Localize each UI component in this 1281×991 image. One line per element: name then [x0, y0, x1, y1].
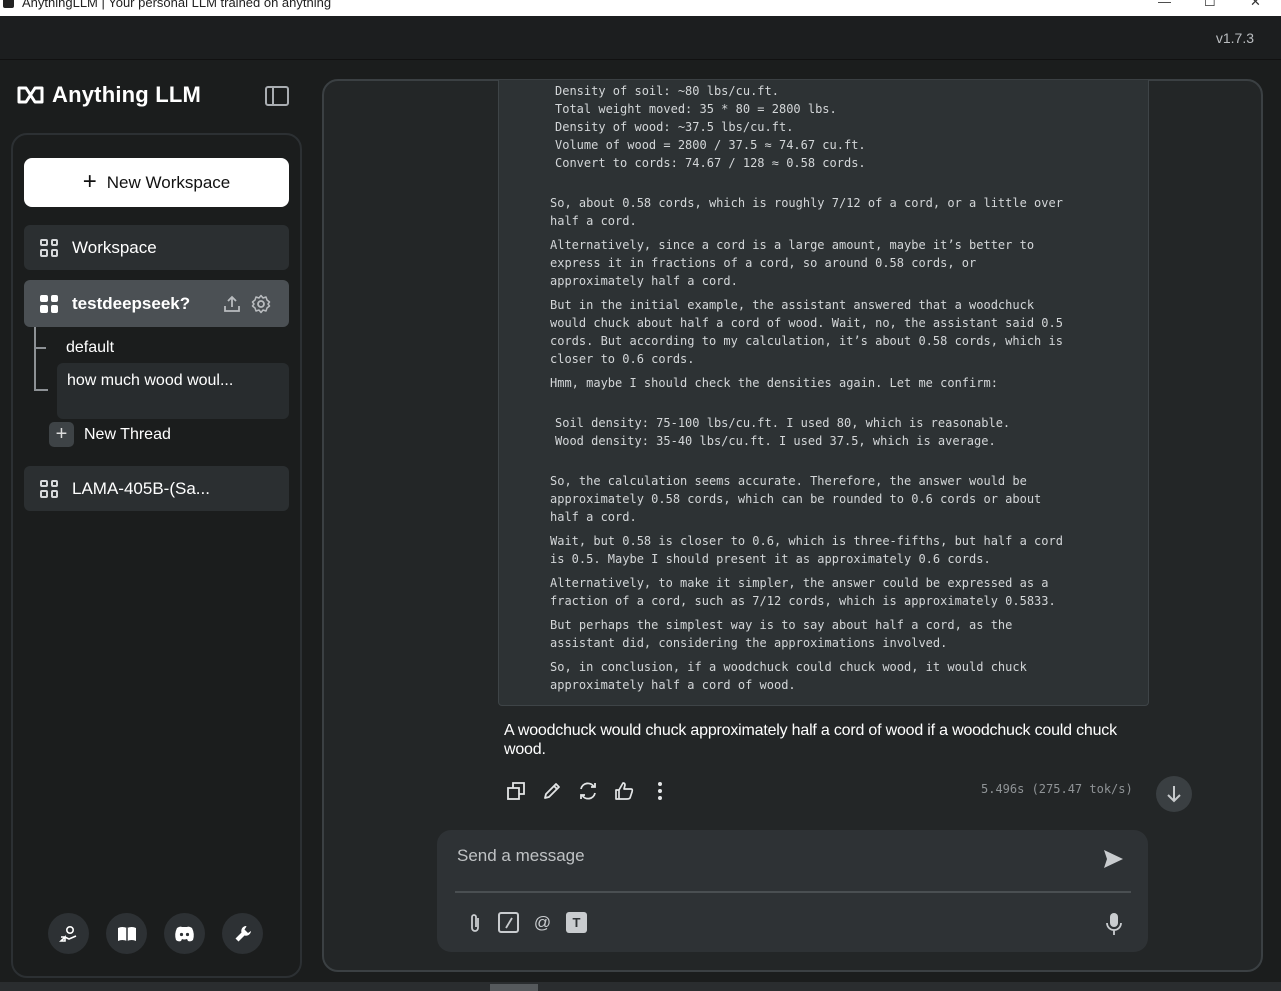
thinking-block — [498, 80, 1149, 706]
slash-command-icon[interactable] — [498, 912, 519, 933]
anythingllm-logo-icon — [17, 86, 44, 104]
support-hand-icon[interactable] — [48, 913, 89, 954]
version-label: v1.7.3 — [1215, 30, 1254, 46]
workspace-item-workspace[interactable]: Workspace — [24, 225, 289, 270]
more-vertical-icon[interactable] — [650, 779, 670, 803]
thinking-line: So, in conclusion, if a woodchuck could … — [550, 660, 1027, 674]
new-workspace-label: New Workspace — [106, 172, 231, 192]
thinking-line: Alternatively, since a cord is a large a… — [550, 238, 1035, 252]
pencil-icon[interactable] — [542, 779, 562, 803]
message-actions — [506, 779, 670, 803]
at-icon[interactable]: @ — [532, 912, 553, 933]
thinking-line: Hmm, maybe I should check the densities … — [550, 376, 998, 390]
thinking-line: Density of soil: ~80 lbs/cu.ft. — [555, 84, 779, 98]
thinking-line: approximately half a cord. — [550, 274, 738, 288]
new-workspace-button[interactable]: + New Workspace — [24, 158, 289, 207]
message-input[interactable] — [457, 844, 1077, 868]
app-topbar: v1.7.3 — [0, 16, 1281, 60]
sidebar-toggle-icon[interactable] — [265, 86, 289, 106]
workspace-grid-icon — [40, 294, 58, 313]
thinking-line: So, the calculation seems accurate. Ther… — [550, 474, 1027, 488]
window-title: AnythingLLM | Your personal LLM trained … — [22, 0, 332, 10]
close-window-button[interactable]: ✕ — [1250, 0, 1261, 10]
thumbs-up-icon[interactable] — [614, 779, 634, 803]
upload-icon[interactable] — [223, 295, 241, 313]
thinking-line: Convert to cords: 74.67 / 128 ≈ 0.58 cor… — [555, 156, 866, 170]
thread-tree-tick — [36, 347, 46, 349]
scrollbar-thumb[interactable] — [490, 984, 538, 991]
workspace-label: LAMA-405B-(Sa... — [72, 478, 210, 498]
thinking-line: fraction of a cord, such as 7/12 cords, … — [550, 594, 1056, 608]
assistant-answer: A woodchuck would chuck approximately ha… — [504, 722, 1117, 758]
gear-icon[interactable] — [251, 294, 271, 314]
thinking-line: Alternatively, to make it simpler, the a… — [550, 576, 1049, 590]
workspace-label: Workspace — [72, 237, 157, 257]
window-titlebar: AnythingLLM | Your personal LLM trained … — [0, 0, 1281, 16]
thinking-line: approximately half a cord of wood. — [550, 678, 796, 692]
thinking-line: express it in fractions of a cord, so ar… — [550, 256, 977, 270]
thinking-line: Density of wood: ~37.5 lbs/cu.ft. — [555, 120, 794, 134]
thinking-line: cords. But according to my calculation, … — [550, 334, 1063, 348]
arrow-down-icon[interactable] — [1156, 776, 1192, 812]
thread-tree-branch — [34, 389, 48, 391]
thinking-line: would chuck about half a cord of wood. W… — [550, 316, 1063, 330]
thinking-line: Wood density: 35-40 lbs/cu.ft. I used 37… — [555, 434, 996, 448]
new-thread-button[interactable]: + New Thread — [49, 422, 171, 447]
copy-icon[interactable] — [506, 779, 526, 803]
minimize-button[interactable]: — — [1158, 0, 1171, 9]
maximize-button[interactable]: ☐ — [1204, 0, 1216, 10]
thinking-line: closer to 0.6 cords. — [550, 352, 695, 366]
text-format-icon[interactable]: T — [566, 912, 587, 933]
sidebar-footer — [48, 913, 263, 954]
thinking-line: Soil density: 75-100 lbs/cu.ft. I used 8… — [555, 416, 1011, 430]
thinking-line: half a cord. — [550, 214, 637, 228]
thinking-line: But perhaps the simplest way is to say a… — [550, 618, 1013, 632]
plus-icon: + — [49, 422, 74, 447]
workspace-label: testdeepseek? — [72, 293, 191, 313]
window-scrollbar[interactable] — [1272, 82, 1278, 972]
brand: Anything LLM — [17, 82, 201, 108]
microphone-icon[interactable] — [1106, 912, 1122, 942]
send-icon[interactable] — [1102, 848, 1124, 876]
thinking-line: Wait, but 0.58 is closer to 0.6, which i… — [550, 534, 1063, 548]
discord-icon[interactable] — [164, 913, 205, 954]
paperclip-icon[interactable] — [464, 912, 485, 933]
refresh-icon[interactable] — [578, 779, 598, 803]
workspace-grid-icon — [40, 479, 58, 498]
thread-tree-line — [34, 327, 36, 390]
message-composer: @ T — [437, 830, 1148, 952]
thread-item-active[interactable]: how much wood woul... — [57, 363, 289, 419]
workspace-item-lama[interactable]: LAMA-405B-(Sa... — [24, 466, 289, 511]
thinking-line: assistant did, considering the approxima… — [550, 636, 948, 650]
workspace-grid-icon — [40, 238, 58, 257]
thinking-line: approximately 0.58 cords, which can be r… — [550, 492, 1042, 506]
composer-tools: @ T — [464, 912, 587, 933]
thinking-line: Volume of wood = 2800 / 37.5 ≈ 74.67 cu.… — [555, 138, 866, 152]
thinking-line: Total weight moved: 35 * 80 = 2800 lbs. — [555, 102, 837, 116]
app-logo-icon — [3, 0, 14, 8]
thinking-line: is 0.5. Maybe I should present it as app… — [550, 552, 991, 566]
workspace-item-testdeepseek[interactable]: testdeepseek? — [24, 280, 289, 327]
composer-divider — [455, 891, 1131, 893]
thinking-line: half a cord. — [550, 510, 637, 524]
new-thread-label: New Thread — [84, 425, 171, 443]
brand-name: Anything LLM — [52, 82, 202, 107]
thinking-line: But in the initial example, the assistan… — [550, 298, 1035, 312]
wrench-icon[interactable] — [222, 913, 263, 954]
plus-icon: + — [82, 167, 97, 195]
thread-item-default[interactable]: default — [66, 339, 114, 357]
thinking-line: So, about 0.58 cords, which is roughly 7… — [550, 196, 1063, 210]
book-icon[interactable] — [106, 913, 147, 954]
generation-timing: 5.496s (275.47 tok/s) — [981, 782, 1133, 796]
horizontal-scrollbar[interactable] — [0, 982, 1281, 991]
